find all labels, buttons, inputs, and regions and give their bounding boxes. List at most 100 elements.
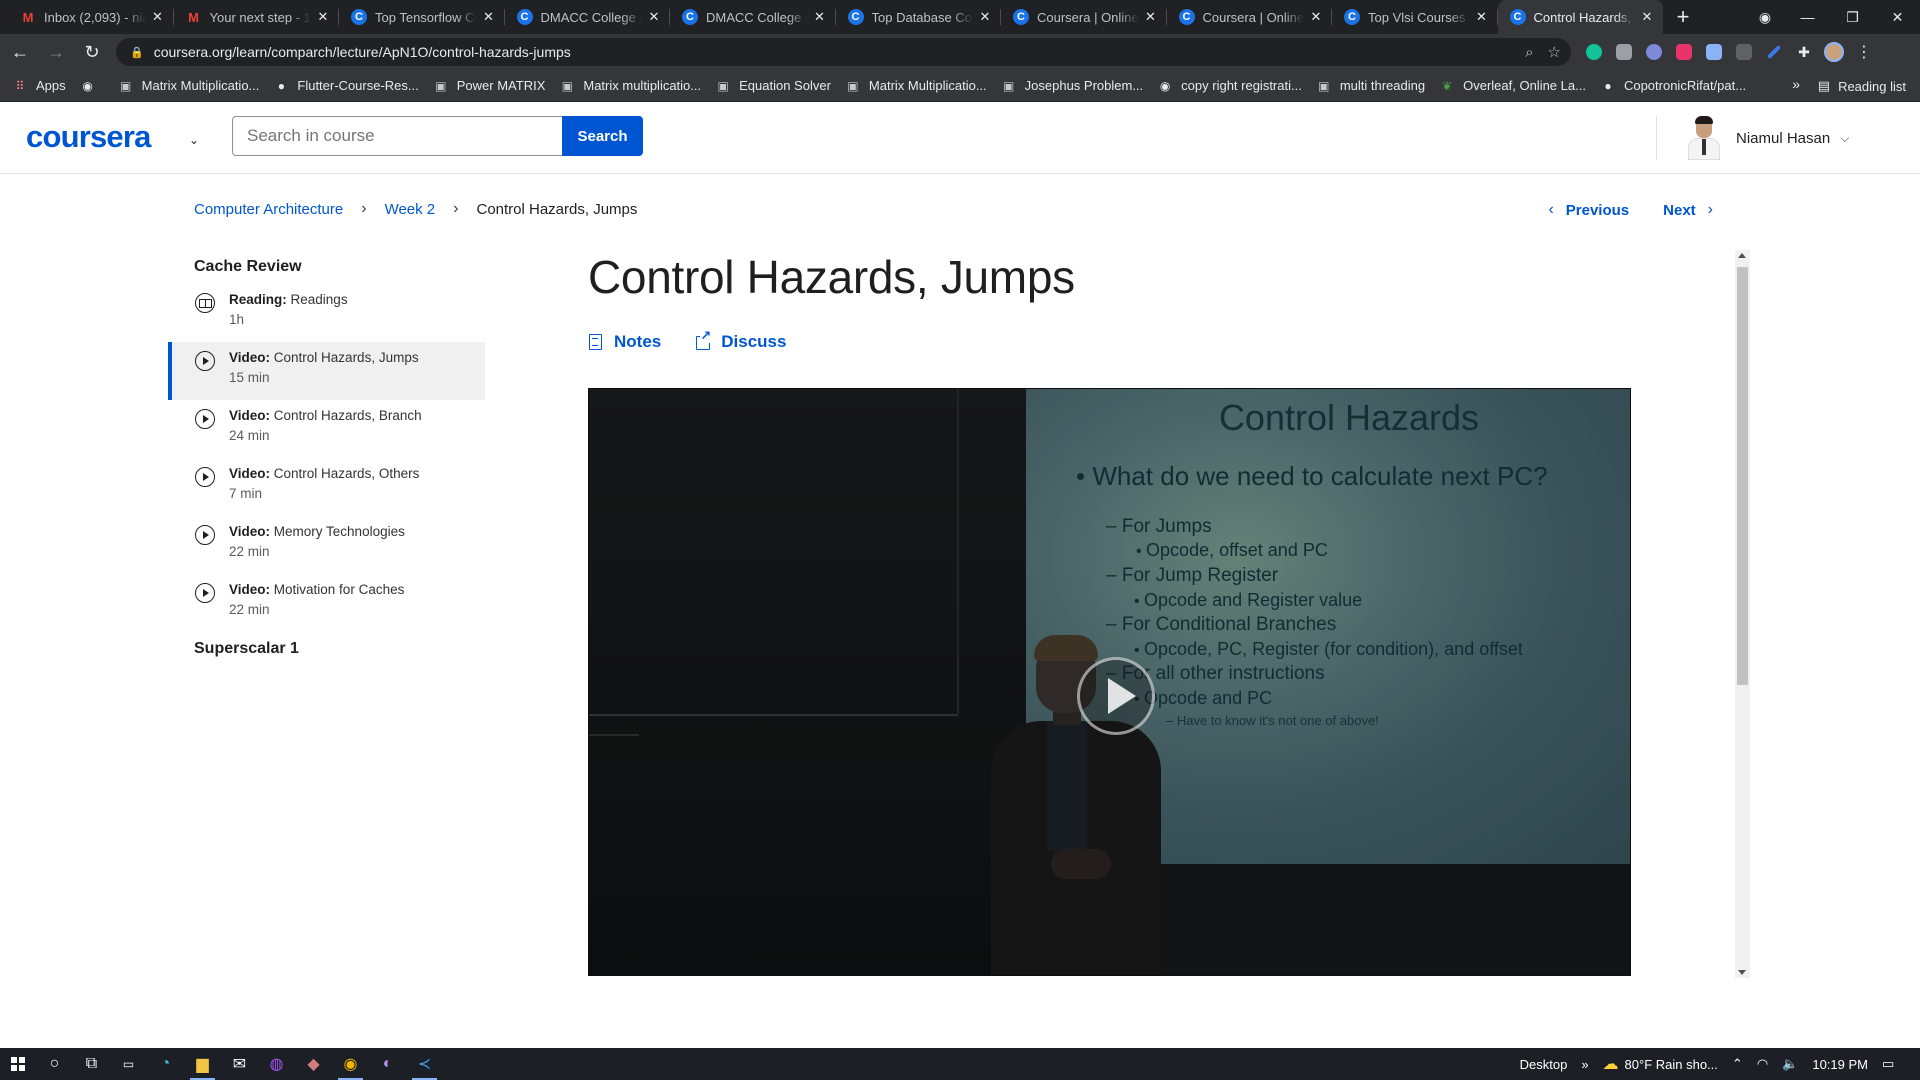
messenger-icon[interactable]: ◍ bbox=[258, 1048, 295, 1080]
user-name[interactable]: Niamul Hasan bbox=[1736, 130, 1830, 147]
app-icon[interactable]: ◐ bbox=[369, 1048, 406, 1080]
minimize-icon[interactable]: — bbox=[1785, 9, 1830, 25]
kebab-menu-icon[interactable]: ⋮ bbox=[1849, 38, 1879, 66]
coursera-logo[interactable]: coursera bbox=[26, 119, 151, 155]
lesson-item[interactable]: Video: Motivation for Caches 22 min bbox=[168, 574, 485, 632]
download-extension-icon[interactable] bbox=[1699, 38, 1729, 66]
file-explorer-icon[interactable]: ▆ bbox=[184, 1048, 221, 1080]
section-title[interactable]: Cache Review bbox=[168, 252, 485, 282]
reload-icon[interactable]: ↻ bbox=[76, 38, 108, 66]
edge-browser-icon[interactable]: ◔ bbox=[147, 1048, 184, 1080]
chrome-icon[interactable]: ◉ bbox=[332, 1048, 369, 1080]
chevron-down-icon[interactable]: ⌄ bbox=[183, 129, 205, 151]
pen-extension-icon[interactable] bbox=[1759, 38, 1789, 66]
bookmark-item[interactable]: ▣ Power MATRIX bbox=[433, 78, 545, 94]
restore-icon[interactable]: ❐ bbox=[1830, 9, 1875, 26]
tab-close-icon[interactable]: ✕ bbox=[977, 9, 993, 25]
camera-extension-icon[interactable] bbox=[1609, 38, 1639, 66]
lesson-item[interactable]: Video: Control Hazards, Others 7 min bbox=[168, 458, 485, 516]
tab[interactable]: M Inbox (2,093) - niamulhasan✕ bbox=[8, 0, 174, 34]
mail-icon[interactable]: ✉ bbox=[221, 1048, 258, 1080]
lesson-item[interactable]: Video: Memory Technologies 22 min bbox=[168, 516, 485, 574]
lesson-item[interactable]: Reading: Readings 1h bbox=[168, 284, 485, 342]
content-scrollbar[interactable] bbox=[1735, 250, 1750, 978]
bookmark-item[interactable]: ◉ copy right registrati... bbox=[1157, 78, 1302, 94]
toolbar-more-icon[interactable]: » bbox=[1581, 1057, 1588, 1072]
play-icon[interactable] bbox=[1077, 657, 1155, 735]
lock-icon[interactable]: 🔒 bbox=[130, 46, 144, 59]
bookmark-item[interactable]: ● CopotronicRifat/pat... bbox=[1600, 78, 1746, 94]
breadcrumb-week-link[interactable]: Week 2 bbox=[385, 201, 436, 218]
search-circle-icon[interactable]: ○ bbox=[36, 1048, 73, 1080]
tab[interactable]: C Top Vlsi Courses - Learn✕ bbox=[1332, 0, 1498, 34]
breadcrumb-course-link[interactable]: Computer Architecture bbox=[194, 201, 343, 218]
tab-close-icon[interactable]: ✕ bbox=[812, 9, 828, 25]
weather-widget[interactable]: ☁ 80°F Rain sho... bbox=[1603, 1054, 1718, 1074]
tab-close-icon[interactable]: ✕ bbox=[481, 9, 497, 25]
search-button[interactable]: Search bbox=[562, 116, 643, 156]
lesson-item[interactable]: Video: Control Hazards, Branch 24 min bbox=[168, 400, 485, 458]
bookmarks-more-icon[interactable]: » bbox=[1792, 76, 1800, 92]
back-arrow-icon[interactable]: ← bbox=[4, 38, 36, 66]
avatar[interactable] bbox=[1684, 116, 1724, 160]
tab[interactable]: C Top Tensorflow Courses✕ bbox=[339, 0, 505, 34]
url-text[interactable]: coursera.org/learn/comparch/lecture/ApN1… bbox=[154, 44, 1511, 60]
user-menu[interactable]: Niamul Hasan ⌵ bbox=[1684, 116, 1849, 160]
reading-list-button[interactable]: ▤ Reading list bbox=[1818, 78, 1906, 94]
forward-arrow-icon[interactable]: → bbox=[40, 38, 72, 66]
scrollbar-thumb[interactable] bbox=[1737, 267, 1748, 685]
scroll-down-icon[interactable] bbox=[1738, 970, 1746, 975]
tab-close-icon[interactable]: ✕ bbox=[1474, 9, 1490, 25]
tab[interactable]: C Coursera | Online Courses✕ bbox=[1001, 0, 1167, 34]
tab[interactable]: C DMACC College on Coursera✕ bbox=[670, 0, 836, 34]
tab-close-icon[interactable]: ✕ bbox=[646, 9, 662, 25]
tab-close-icon[interactable]: ✕ bbox=[1143, 9, 1159, 25]
grammarly-extension-icon[interactable] bbox=[1579, 38, 1609, 66]
bookmark-item[interactable]: ▣ Matrix Multiplicatio... bbox=[118, 78, 259, 94]
task-view-icon[interactable]: ⧉ bbox=[73, 1048, 110, 1080]
tab-close-icon[interactable]: ✕ bbox=[315, 9, 331, 25]
tab[interactable]: C DMACC College on Coursera✕ bbox=[505, 0, 671, 34]
tab-close-icon[interactable]: ✕ bbox=[1308, 9, 1324, 25]
puzzle-extensions-icon[interactable]: ✚ bbox=[1789, 38, 1819, 66]
app-icon[interactable]: ◆ bbox=[295, 1048, 332, 1080]
search-input[interactable] bbox=[232, 116, 564, 156]
tab-active[interactable]: C Control Hazards, Jumps✕ bbox=[1497, 0, 1663, 34]
wifi-icon[interactable]: ◠ bbox=[1757, 1056, 1768, 1072]
notes-button[interactable]: Notes bbox=[588, 332, 661, 352]
vscode-icon[interactable]: ≺ bbox=[406, 1048, 443, 1080]
clock[interactable]: 10:19 PM bbox=[1812, 1057, 1868, 1072]
profile-avatar-icon[interactable] bbox=[1819, 38, 1849, 66]
lesson-item-active[interactable]: Video: Control Hazards, Jumps 15 min bbox=[168, 342, 485, 400]
bookmark-item[interactable]: ▣ Equation Solver bbox=[715, 78, 830, 94]
bookmark-star-icon[interactable]: ☆ bbox=[1548, 43, 1561, 61]
desktop-toolbar-label[interactable]: Desktop bbox=[1520, 1057, 1568, 1072]
tab-close-icon[interactable]: ✕ bbox=[1639, 9, 1655, 25]
bookmark-item[interactable]: ▣ Josephus Problem... bbox=[1001, 78, 1143, 94]
zoom-icon[interactable]: ⌕ bbox=[1525, 44, 1533, 61]
scroll-up-icon[interactable] bbox=[1738, 253, 1746, 258]
next-button[interactable]: Next › bbox=[1663, 201, 1713, 219]
tab-search-icon[interactable]: ◉ bbox=[1745, 9, 1785, 26]
section-title-next[interactable]: Superscalar 1 bbox=[168, 634, 485, 664]
previous-button[interactable]: ‹ Previous bbox=[1548, 201, 1629, 219]
discuss-button[interactable]: Discuss bbox=[695, 329, 786, 352]
new-tab-button[interactable]: + bbox=[1663, 0, 1703, 34]
chevron-down-icon[interactable]: ⌵ bbox=[1840, 131, 1849, 146]
volume-icon[interactable]: 🔈 bbox=[1782, 1056, 1798, 1072]
bookmark-item[interactable]: ▣ Matrix multiplicatio... bbox=[559, 78, 701, 94]
tab-close-icon[interactable]: ✕ bbox=[150, 9, 166, 25]
bookmark-item[interactable]: ● Flutter-Course-Res... bbox=[273, 78, 419, 94]
terminal-icon[interactable]: ▭ bbox=[110, 1048, 147, 1080]
tab[interactable]: M Your next step - 17 ✕ bbox=[174, 0, 340, 34]
bookmark-item[interactable]: ▣ multi threading bbox=[1316, 78, 1425, 94]
bookmark-item[interactable]: ◉ bbox=[80, 78, 104, 94]
extension-icon[interactable] bbox=[1669, 38, 1699, 66]
bookmark-item[interactable]: ❦ Overleaf, Online La... bbox=[1439, 78, 1586, 94]
tab[interactable]: C Top Database Courses✕ bbox=[836, 0, 1002, 34]
address-bar[interactable]: 🔒 coursera.org/learn/comparch/lecture/Ap… bbox=[116, 38, 1571, 66]
close-window-icon[interactable]: ✕ bbox=[1875, 9, 1920, 26]
windows-start-icon[interactable] bbox=[0, 1048, 36, 1080]
extension-icon[interactable] bbox=[1639, 38, 1669, 66]
video-player[interactable]: Control Hazards What do we need to calcu… bbox=[588, 388, 1631, 976]
